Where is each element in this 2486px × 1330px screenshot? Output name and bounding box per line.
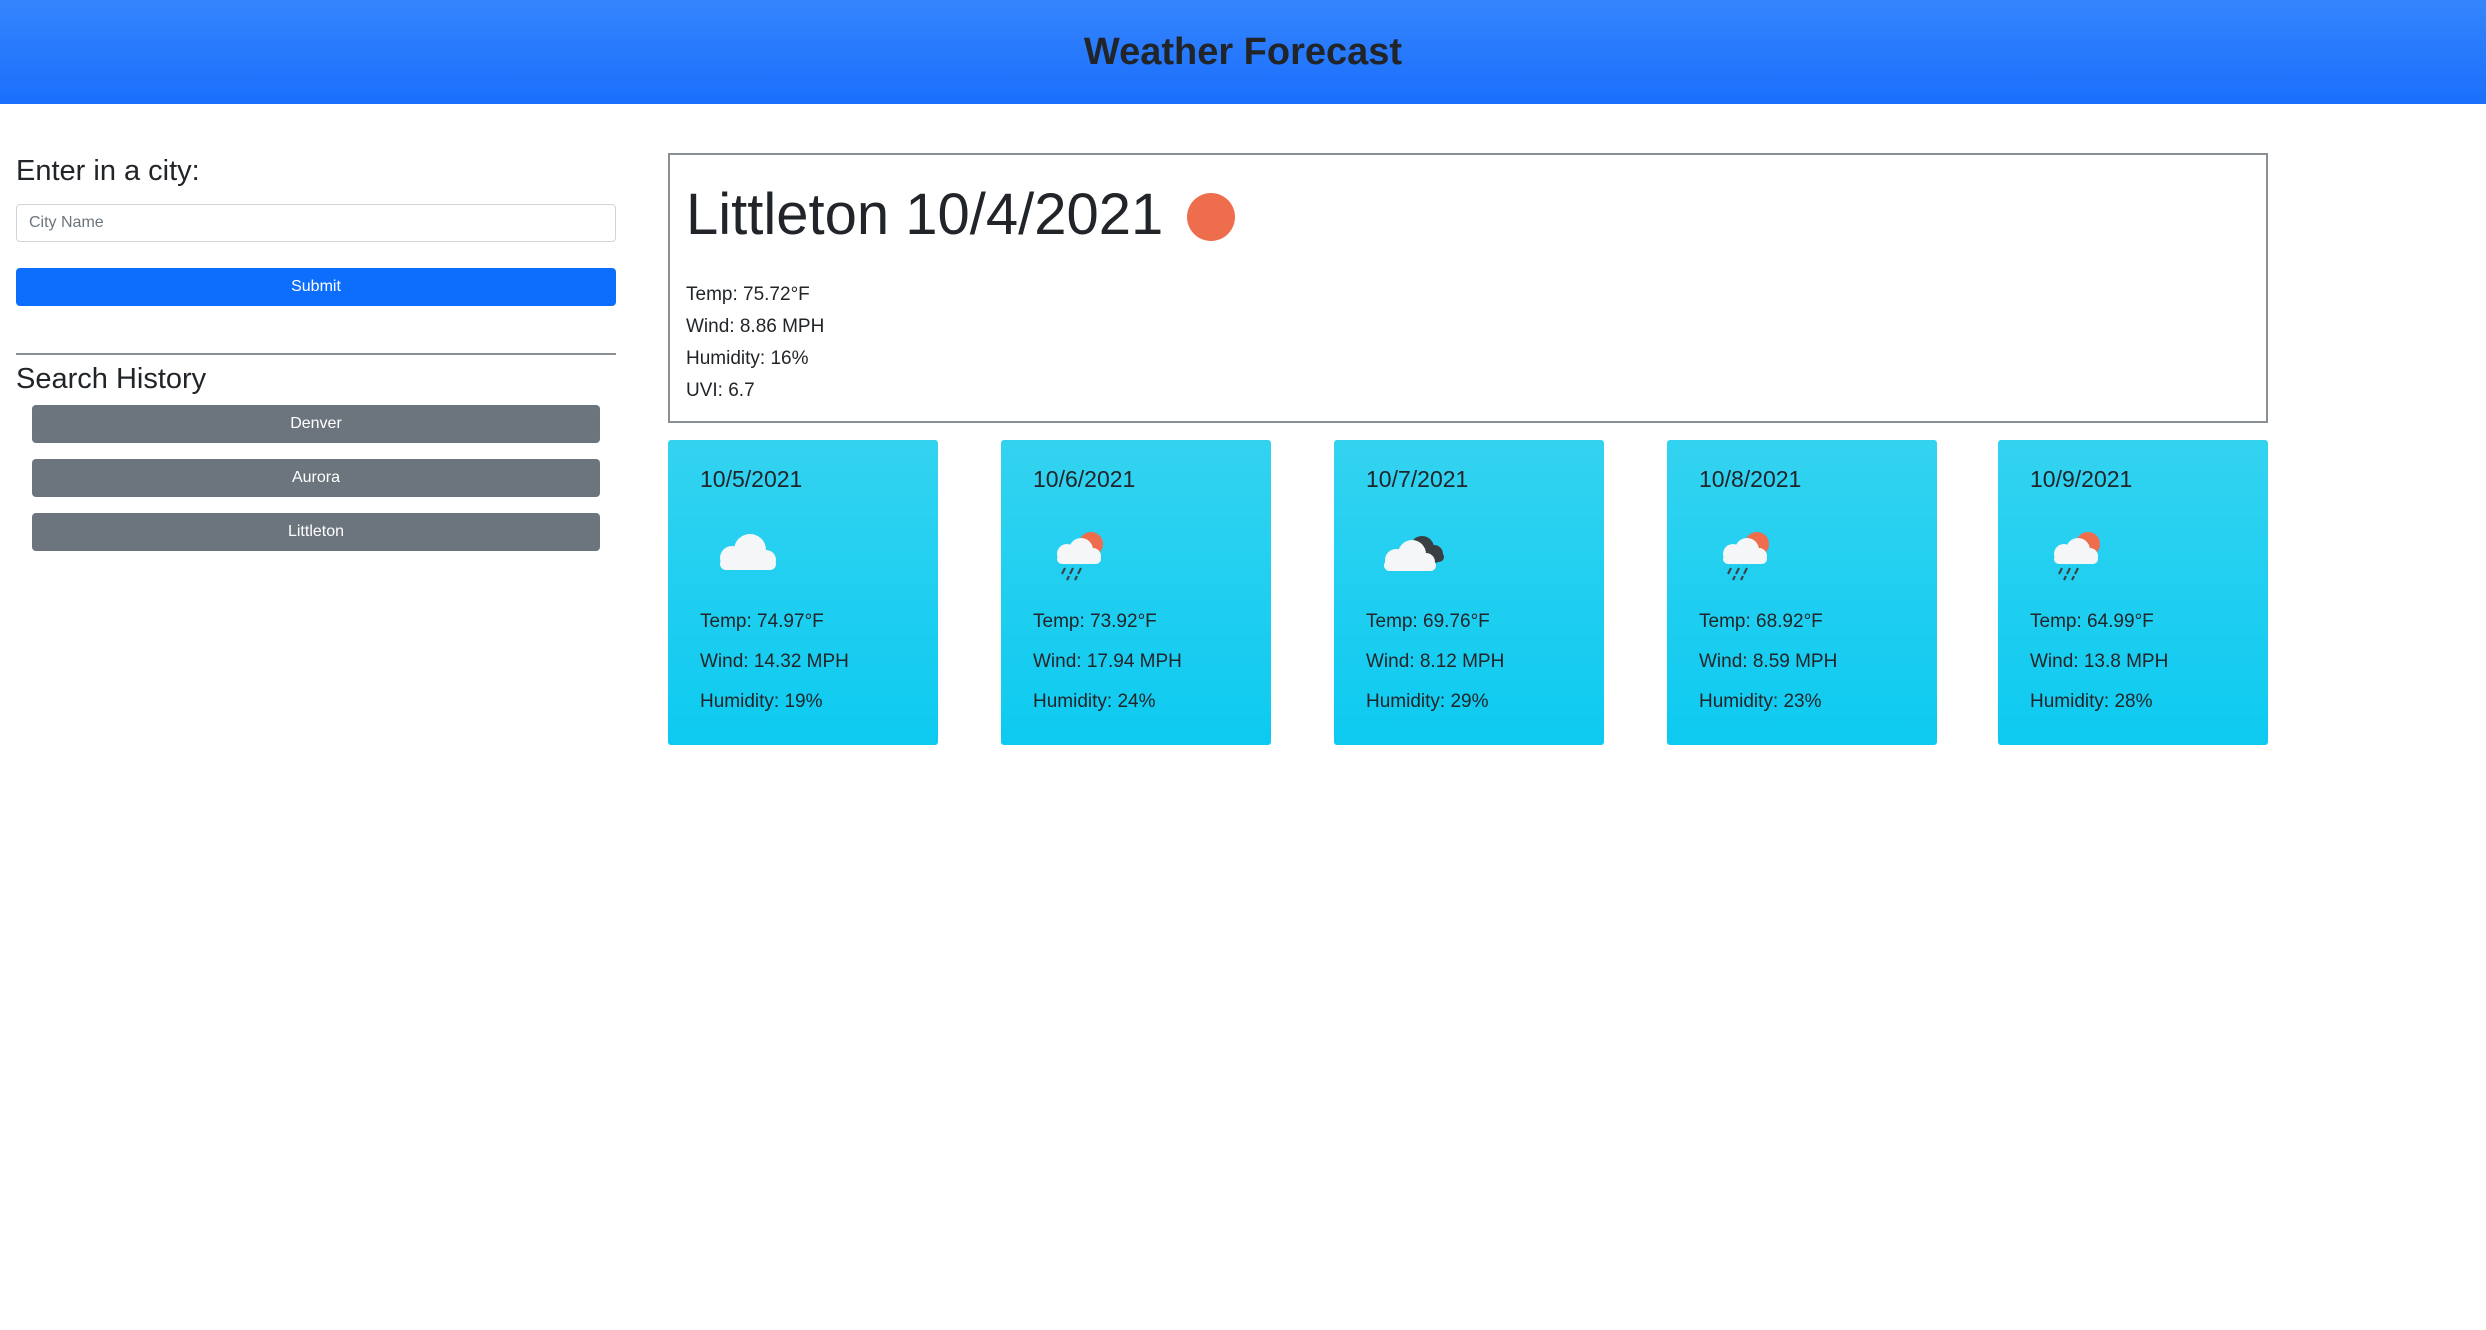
current-weather-heading: Littleton 10/4/2021 [686,175,2250,253]
page-title: Weather Forecast [1083,30,1403,73]
forecast-card: 10/7/2021 Temp: 69.76°F Wind: 8.12 MPH H… [1334,440,1604,745]
current-wind: Wind: 8.86 MPH [686,316,825,337]
forecast-wind: Wind: 8.59 MPH [1699,651,1838,672]
history-button-denver[interactable]: Denver [32,405,600,443]
forecast-temp: Temp: 74.97°F [700,611,824,632]
forecast-humidity: Humidity: 29% [1366,691,1489,712]
forecast-temp: Temp: 69.76°F [1366,611,1490,632]
search-history-list: Denver Aurora Littleton [16,405,616,551]
forecast-wind: Wind: 8.12 MPH [1366,651,1505,672]
history-button-aurora[interactable]: Aurora [32,459,600,497]
forecast-humidity: Humidity: 19% [700,691,823,712]
sun-rain-icon [1033,498,1133,598]
sun-icon [1187,193,1236,241]
cloud-icon [700,498,800,598]
forecast-date: 10/8/2021 [1699,466,1802,492]
forecast-date: 10/7/2021 [1366,466,1469,492]
sun-rain-icon [1699,498,1799,598]
forecast-date: 10/6/2021 [1033,466,1136,492]
current-temp: Temp: 75.72°F [686,284,810,305]
forecast-humidity: Humidity: 23% [1699,691,1822,712]
search-history-title: Search History [16,363,207,395]
forecast-wind: Wind: 13.8 MPH [2030,651,2169,672]
forecast-date: 10/9/2021 [2030,466,2133,492]
broken-clouds-icon [1366,498,1466,598]
current-weather-panel: Littleton 10/4/2021 Temp: 75.72°F Wind: … [668,153,2268,423]
forecast-card: 10/8/2021 Temp: 68.92°F Wind: 8.59 MPH H… [1667,440,1937,745]
page-header: Weather Forecast [0,0,2486,104]
forecast-humidity: Humidity: 24% [1033,691,1156,712]
forecast-card: 10/6/2021 Temp: 73.92°F Wind: 17.94 MPH … [1001,440,1271,745]
current-city-title: Littleton 10/4/2021 [686,181,1164,247]
history-button-littleton[interactable]: Littleton [32,513,600,551]
sidebar-divider [16,353,616,355]
forecast-temp: Temp: 64.99°F [2030,611,2154,632]
forecast-temp: Temp: 68.92°F [1699,611,1823,632]
forecast-wind: Wind: 14.32 MPH [700,651,849,672]
forecast-card: 10/9/2021 Temp: 64.99°F Wind: 13.8 MPH H… [1998,440,2268,745]
forecast-humidity: Humidity: 28% [2030,691,2153,712]
city-input-label: Enter in a city: [16,155,200,187]
current-weather-stats: Temp: 75.72°F Wind: 8.86 MPH Humidity: 1… [686,279,2250,407]
search-sidebar: Enter in a city: Submit Search History D… [16,150,616,567]
current-humidity: Humidity: 16% [686,348,809,369]
forecast-date: 10/5/2021 [700,466,803,492]
forecast-temp: Temp: 73.92°F [1033,611,1157,632]
current-uvi: UVI: 6.7 [686,380,755,401]
forecast-wind: Wind: 17.94 MPH [1033,651,1182,672]
forecast-card: 10/5/2021 Temp: 74.97°F Wind: 14.32 MPH … [668,440,938,745]
five-day-forecast: 10/5/2021 Temp: 74.97°F Wind: 14.32 MPH … [668,440,2268,745]
city-name-input[interactable] [16,204,616,242]
submit-button[interactable]: Submit [16,268,616,306]
sun-rain-icon [2030,498,2130,598]
